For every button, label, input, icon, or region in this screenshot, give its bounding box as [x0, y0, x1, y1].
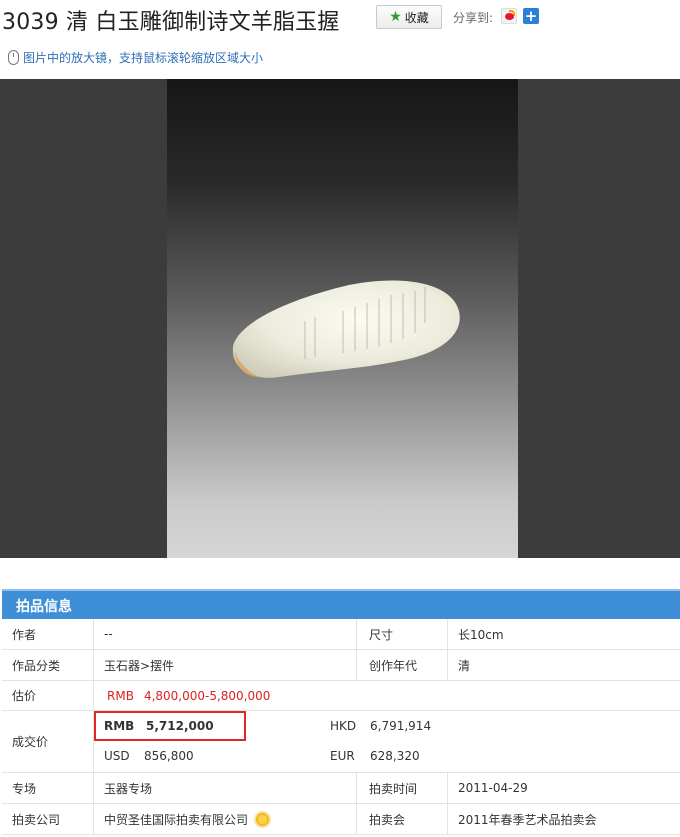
table-row: 作品分类 玉石器>摆件 创作年代 清 — [2, 650, 680, 681]
sale-value[interactable]: 2011年春季艺术品拍卖会 — [448, 804, 680, 834]
favorite-button[interactable]: ★ 收藏 — [376, 5, 442, 29]
session-label: 专场 — [2, 773, 94, 803]
author-label: 作者 — [2, 619, 94, 649]
table-row: 专场 玉器专场 拍卖时间 2011-04-29 — [2, 773, 680, 804]
section-title: 拍品信息 — [16, 599, 72, 615]
lot-photo[interactable] — [167, 79, 518, 558]
session-value[interactable]: 玉器专场 — [94, 773, 356, 803]
auction-house-value[interactable]: 中贸圣佳国际拍卖有限公司 — [94, 804, 356, 834]
more-share-icon[interactable]: + — [523, 8, 539, 24]
star-icon: ★ — [389, 9, 402, 25]
zoom-hint: 图片中的放大镜，支持鼠标滚轮缩放区域大小 — [8, 49, 263, 66]
size-label: 尺寸 — [356, 619, 448, 649]
eur-sold-value: 628,320 — [370, 749, 420, 763]
verified-badge-icon — [256, 812, 270, 826]
favorite-label: 收藏 — [404, 10, 429, 25]
auction-time-label: 拍卖时间 — [356, 773, 448, 803]
auction-time-value: 2011-04-29 — [458, 781, 528, 795]
category-value: 玉石器>摆件 — [104, 658, 175, 673]
usd-currency: USD — [104, 749, 130, 763]
estimate-currency: RMB — [107, 688, 134, 703]
lot-header: 3039 清 白玉雕御制诗文羊脂玉握 ★ 收藏 分享到: + — [0, 0, 680, 40]
share-label: 分享到: — [453, 11, 494, 25]
sold-price-highlight — [94, 711, 246, 741]
eur-currency: EUR — [330, 749, 355, 763]
era-value: 清 — [458, 658, 471, 673]
hkd-sold-value: 6,791,914 — [370, 719, 432, 733]
table-row: 作者 -- 尺寸 长10cm — [2, 619, 680, 650]
weibo-share-icon[interactable] — [501, 8, 517, 24]
auction-house-label: 拍卖公司 — [2, 804, 94, 834]
table-row: 估价 RMB 4,800,000-5,800,000 — [2, 681, 680, 711]
category-label: 作品分类 — [2, 650, 94, 680]
jade-object-image — [232, 280, 460, 378]
zoom-hint-text: 图片中的放大镜，支持鼠标滚轮缩放区域大小 — [23, 51, 264, 65]
estimate-label: 估价 — [2, 681, 94, 710]
table-row: 拍卖公司 中贸圣佳国际拍卖有限公司 拍卖会 2011年春季艺术品拍卖会 — [2, 804, 680, 835]
estimate-value: RMB 4,800,000-5,800,000 — [94, 681, 514, 710]
sold-price-label: 成交价 — [2, 711, 94, 772]
author-value: -- — [104, 627, 113, 641]
auction-house-name[interactable]: 中贸圣佳国际拍卖有限公司 — [104, 811, 248, 828]
lot-info-section-header: 拍品信息 — [2, 589, 680, 619]
hkd-currency: HKD — [330, 719, 357, 733]
page-title: 3039 清 白玉雕御制诗文羊脂玉握 — [2, 10, 340, 35]
era-label: 创作年代 — [356, 650, 448, 680]
usd-sold-value: 856,800 — [144, 749, 194, 763]
size-value: 长10cm — [458, 627, 504, 642]
image-viewer[interactable] — [0, 79, 680, 558]
estimate-range: 4,800,000-5,800,000 — [143, 688, 271, 703]
mouse-icon — [8, 50, 19, 65]
sale-label: 拍卖会 — [356, 804, 448, 834]
